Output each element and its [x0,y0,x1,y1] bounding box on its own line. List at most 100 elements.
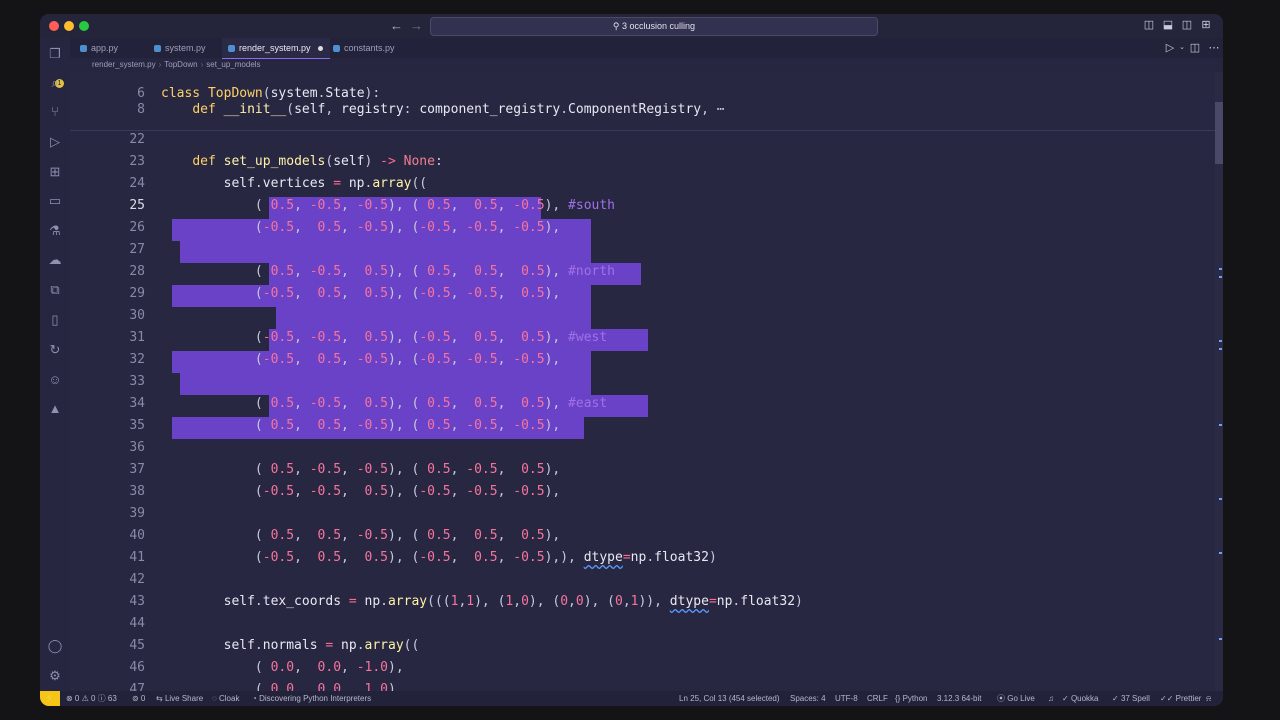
tab-render-system-py[interactable]: render_system.py [222,38,330,59]
code-line[interactable]: ( 0.5, 0.5, -0.5), ( 0.5, 0.5, 0.5), [161,525,560,547]
prettier-button[interactable]: ✓✓ Prettier [1160,691,1201,706]
run-debug-icon[interactable]: ▷ [47,134,63,150]
problems-indicator[interactable]: ⊗ 0 ⚠ 0 ⓘ 63 [66,691,117,706]
eol-button[interactable]: CRLF [867,691,888,706]
go-live-button[interactable]: ⦿ Go Live [997,691,1035,706]
line-number: 27 [129,242,145,257]
minimap-marker [1219,552,1222,554]
line-number: 38 [129,484,145,499]
line-number: 32 [129,352,145,367]
code-line[interactable]: self.normals = np.array(( [161,635,420,657]
code-line[interactable]: (-0.5, 0.5, 0.5), (-0.5, -0.5, 0.5), [161,283,560,305]
docker-icon[interactable]: ☁ [47,252,63,268]
code-line[interactable]: (-0.5, 0.5, -0.5), (-0.5, -0.5, -0.5), [161,349,560,371]
code-line[interactable]: ( 0.5, -0.5, 0.5), ( 0.5, 0.5, 0.5), #no… [161,261,615,283]
live-share-button[interactable]: ⇆ Live Share [156,691,203,706]
bookmark-icon[interactable]: ▯ [47,312,63,328]
toggle-secondary-sidebar-icon[interactable]: ◫ [1181,19,1193,31]
forward-arrow-icon[interactable]: → [410,18,423,34]
tab-app-py[interactable]: app.py [74,38,146,58]
encoding-button[interactable]: UTF-8 [835,691,858,706]
code-line[interactable]: (-0.5, 0.5, 0.5), (-0.5, 0.5, -0.5),), d… [161,547,717,569]
line-number: 28 [129,264,145,279]
line-number: 37 [129,462,145,477]
tab-constants-py[interactable]: constants.py [327,38,411,58]
copilot-icon[interactable]: ☺ [47,372,63,388]
source-control-icon[interactable]: ⑂ [47,104,63,120]
code-line[interactable]: ( 0.5, -0.5, -0.5), ( 0.5, 0.5, -0.5), #… [161,195,615,217]
minimap-marker [1219,638,1222,640]
breadcrumb-file[interactable]: render_system.py [92,60,156,69]
code-line[interactable]: def set_up_models(self) -> None: [161,151,442,173]
split-editor-icon[interactable]: ◫ [1189,42,1201,54]
pages-icon[interactable]: ⧉ [47,282,63,298]
remote-indicator-button[interactable]: ⚡ [40,691,60,706]
breadcrumb-class[interactable]: TopDown [164,60,197,69]
code-line[interactable]: (-0.5, -0.5, 0.5), (-0.5, 0.5, 0.5), #we… [161,327,607,349]
more-actions-icon[interactable]: ⋯ [1208,42,1220,54]
code-line[interactable]: self.tex_coords = np.array(((1,1), (1,0)… [161,591,803,613]
run-dropdown-chevron-icon[interactable]: ⌄ [1176,42,1188,54]
minimap-marker [1219,424,1222,426]
line-number: 36 [129,440,145,455]
double-check-icon: ✓✓ [1160,694,1176,703]
cloak-button[interactable]: ◌ Cloak [212,691,239,706]
live-share-label: Live Share [164,694,204,703]
line-number: 45 [129,638,145,653]
command-center-search[interactable]: ⚲ 3 occlusion culling [430,17,878,36]
code-line[interactable]: def __init__(self, registry: component_r… [161,99,724,121]
scrollbar-thumb[interactable] [1215,102,1223,164]
notifications-bell-icon[interactable]: ⍾ [1206,691,1211,706]
tab-system-py[interactable]: system.py [148,38,224,58]
code-line[interactable]: self.vertices = np.array(( [161,173,428,195]
back-arrow-icon[interactable]: ← [390,18,403,34]
bell-icon[interactable]: ♫ [1048,691,1054,706]
check-icon: ✓ [1062,694,1071,703]
braces-icon: {} [895,694,903,703]
close-window-button[interactable] [49,21,59,31]
interpreter-button[interactable]: 3.12.3 64-bit [937,691,981,706]
spell-check-button[interactable]: ✓ 37 Spell [1112,691,1150,706]
customize-layout-icon[interactable]: ⊞ [1200,19,1212,31]
cursor-position[interactable]: Ln 25, Col 13 (454 selected) [679,691,780,706]
tab-label: constants.py [344,43,395,53]
code-line[interactable]: (-0.5, -0.5, 0.5), (-0.5, -0.5, -0.5), [161,481,560,503]
code-line[interactable]: ( 0.5, -0.5, -0.5), ( 0.5, -0.5, 0.5), [161,459,560,481]
line-number: 34 [129,396,145,411]
settings-gear-icon[interactable]: ⚙ [47,668,63,684]
live-share-icon[interactable]: ↻ [47,342,63,358]
code-line[interactable]: ( 0.5, 0.5, -0.5), ( 0.5, -0.5, -0.5), [161,415,560,437]
vertical-scrollbar[interactable] [1215,72,1223,691]
code-line[interactable]: ( 0.5, -0.5, 0.5), ( 0.5, 0.5, 0.5), #ea… [161,393,607,415]
quokka-button[interactable]: ✓ Quokka [1062,691,1099,706]
selection-block [276,307,591,329]
account-icon[interactable]: ◯ [47,638,63,654]
code-line[interactable]: ( 0.0, 0.0, -1.0), [161,657,404,679]
files-icon[interactable]: ❐ [47,46,63,62]
editor-tabs: app.py system.py render_system.py consta… [70,38,1223,59]
extensions-icon[interactable]: ⊞ [47,164,63,180]
spell-label: 37 Spell [1120,694,1150,703]
line-number: 44 [129,616,145,631]
ports-indicator[interactable]: ⊚ 0 [132,691,145,706]
run-python-file-icon[interactable]: ▷ [1164,42,1176,54]
toggle-primary-sidebar-icon[interactable]: ◫ [1143,19,1155,31]
python-file-icon [333,45,340,53]
testing-icon[interactable]: ⚗ [47,223,63,239]
code-line[interactable]: ( 0.0, 0.0, 1.0), [161,679,404,691]
unsaved-dot-icon[interactable] [317,46,323,52]
minimize-window-button[interactable] [64,21,74,31]
title-bar: ← → ⚲ 3 occlusion culling ◫ ⬓ ◫ ⊞ [40,14,1223,38]
remote-explorer-icon[interactable]: ▭ [47,193,63,209]
maximize-window-button[interactable] [79,21,89,31]
code-editor[interactable]: 6 class TopDown(system.State): 8 def __ini… [70,72,1223,691]
line-number: 8 [137,102,145,117]
indentation-button[interactable]: Spaces: 4 [790,691,826,706]
code-line[interactable]: (-0.5, 0.5, -0.5), (-0.5, -0.5, -0.5), [161,217,560,239]
python-file-icon [228,45,235,53]
breadcrumb-method[interactable]: set_up_models [206,60,260,69]
toggle-panel-icon[interactable]: ⬓ [1162,19,1174,31]
search-icon[interactable]: ⌕ [47,75,63,91]
language-mode-button[interactable]: {} Python [895,691,927,706]
azure-icon[interactable]: ▲ [47,401,63,417]
